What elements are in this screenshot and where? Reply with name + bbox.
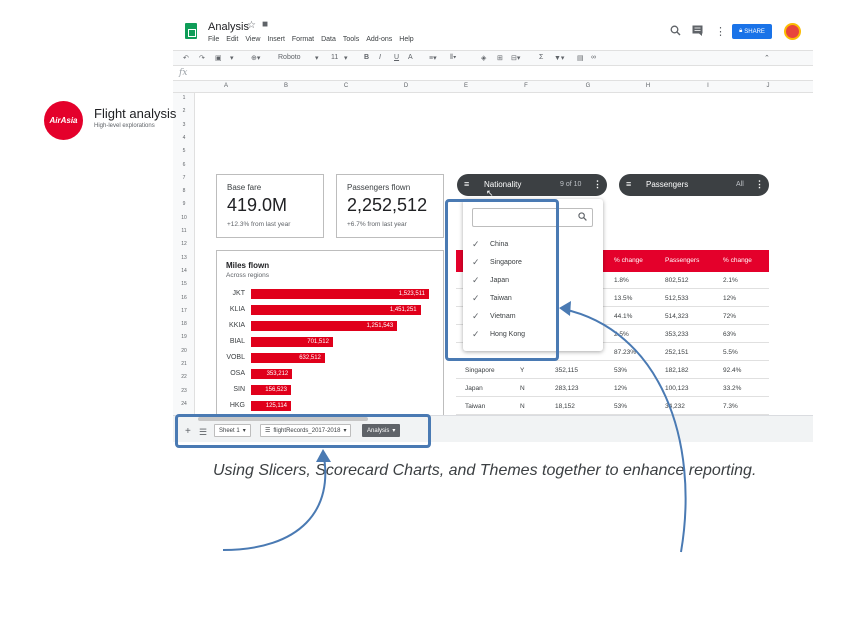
arrow-head-tabs [316,449,331,462]
arrow-to-dropdown [562,308,687,553]
arrow-head-dropdown [559,301,571,316]
arrow-to-tabs [222,451,327,551]
annotation-arrows [222,301,687,553]
